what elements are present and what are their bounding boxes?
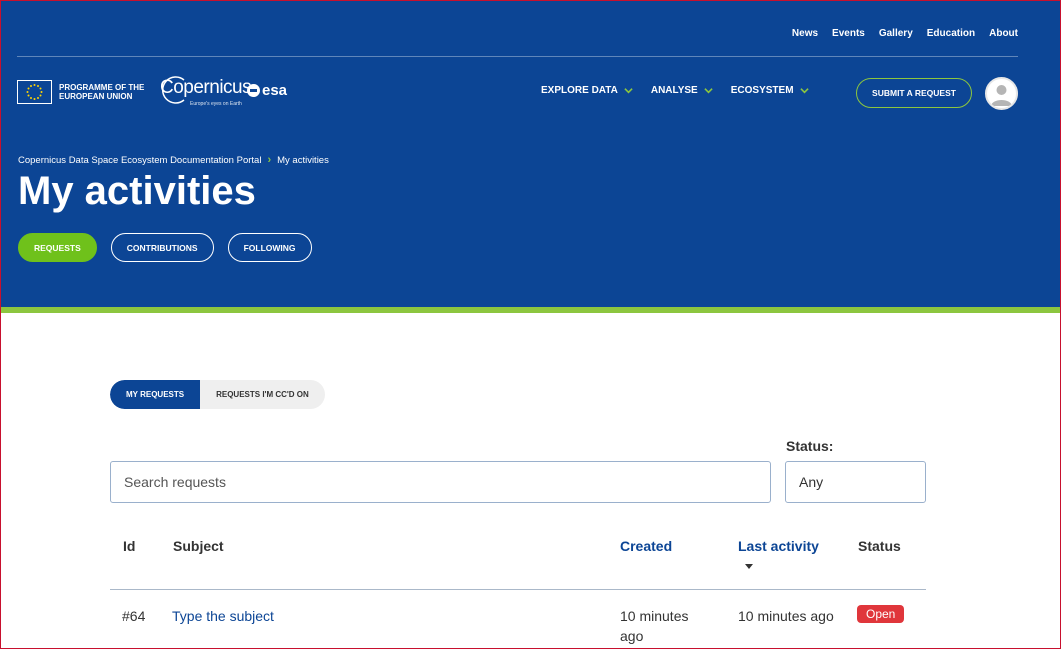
row-subject-link[interactable]: Type the subject (172, 606, 274, 626)
eu-flag-icon (17, 80, 52, 104)
breadcrumb-chevron-icon: › (267, 154, 272, 166)
sort-desc-icon (745, 564, 753, 569)
nav-explore-data[interactable]: EXPLORE DATA (541, 85, 633, 96)
request-scope-toggle: MY REQUESTS REQUESTS I'M CC'D ON (110, 380, 325, 409)
nav-ecosystem[interactable]: ECOSYSTEM (731, 85, 809, 96)
nav-ecosystem-label: ECOSYSTEM (730, 85, 794, 96)
status-filter-select[interactable]: Any (785, 461, 926, 503)
row-created: 10 minutes ago (620, 608, 689, 644)
breadcrumb: Copernicus Data Space Ecosystem Document… (18, 154, 329, 166)
top-divider (17, 56, 1018, 57)
eu-programme-text: PROGRAMME OF THE EUROPEAN UNION (59, 83, 145, 101)
search-requests-input[interactable] (110, 461, 771, 503)
submit-request-button[interactable]: SUBMIT A REQUEST (856, 78, 972, 108)
top-link-about[interactable]: About (989, 28, 1018, 39)
top-link-events[interactable]: Events (832, 28, 865, 39)
segment-ccd-requests[interactable]: REQUESTS I'M CC'D ON (200, 380, 325, 409)
status-filter-label: Status: (786, 438, 834, 454)
breadcrumb-current: My activities (277, 154, 329, 166)
chevron-down-icon (704, 88, 713, 94)
copernicus-tagline: Europe's eyes on Earth (190, 101, 242, 107)
top-link-news[interactable]: News (792, 28, 818, 39)
nav-analyse-label: ANALYSE (650, 85, 698, 96)
esa-wordmark: esa (262, 82, 288, 99)
chevron-down-icon (799, 88, 809, 94)
user-icon (991, 85, 1012, 106)
user-avatar[interactable] (985, 77, 1018, 110)
copernicus-arc-icon (161, 76, 185, 104)
top-link-gallery[interactable]: Gallery (879, 28, 913, 39)
page-title: My activities (18, 169, 256, 213)
table-header-divider (110, 589, 926, 590)
breadcrumb-root-link[interactable]: Copernicus Data Space Ecosystem Document… (18, 155, 261, 166)
main-nav: EXPLORE DATA ANALYSE ECOSYSTEM (541, 85, 809, 96)
nav-analyse[interactable]: ANALYSE (651, 85, 713, 96)
segment-my-requests[interactable]: MY REQUESTS (110, 380, 201, 409)
tab-requests[interactable]: REQUESTS (18, 233, 97, 262)
column-header-created[interactable]: Created (620, 538, 672, 554)
top-links: News Events Gallery Education About (792, 28, 1018, 39)
esa-mark-icon (247, 84, 260, 97)
nav-explore-data-label: EXPLORE DATA (541, 85, 618, 96)
chevron-down-icon (624, 88, 633, 94)
column-header-status: Status (858, 538, 901, 554)
header-accent-stripe (1, 307, 1060, 313)
row-last-activity: 10 minutes ago (738, 608, 834, 624)
column-header-subject: Subject (173, 538, 224, 554)
top-link-education[interactable]: Education (927, 28, 975, 39)
activity-tabs: REQUESTS CONTRIBUTIONS FOLLOWING (18, 233, 312, 262)
eu-programme-logo[interactable]: PROGRAMME OF THE EUROPEAN UNION (17, 80, 151, 104)
tab-following[interactable]: FOLLOWING (227, 233, 312, 262)
row-id: #64 (122, 608, 146, 624)
tab-contributions[interactable]: CONTRIBUTIONS (110, 233, 214, 262)
status-badge: Open (857, 605, 905, 623)
column-header-id: Id (123, 538, 136, 554)
column-header-last-activity[interactable]: Last activity (738, 538, 819, 554)
copernicus-logo[interactable]: Copernicus Europe's eyes on Earth (160, 76, 252, 107)
esa-logo[interactable]: esa (247, 82, 287, 99)
